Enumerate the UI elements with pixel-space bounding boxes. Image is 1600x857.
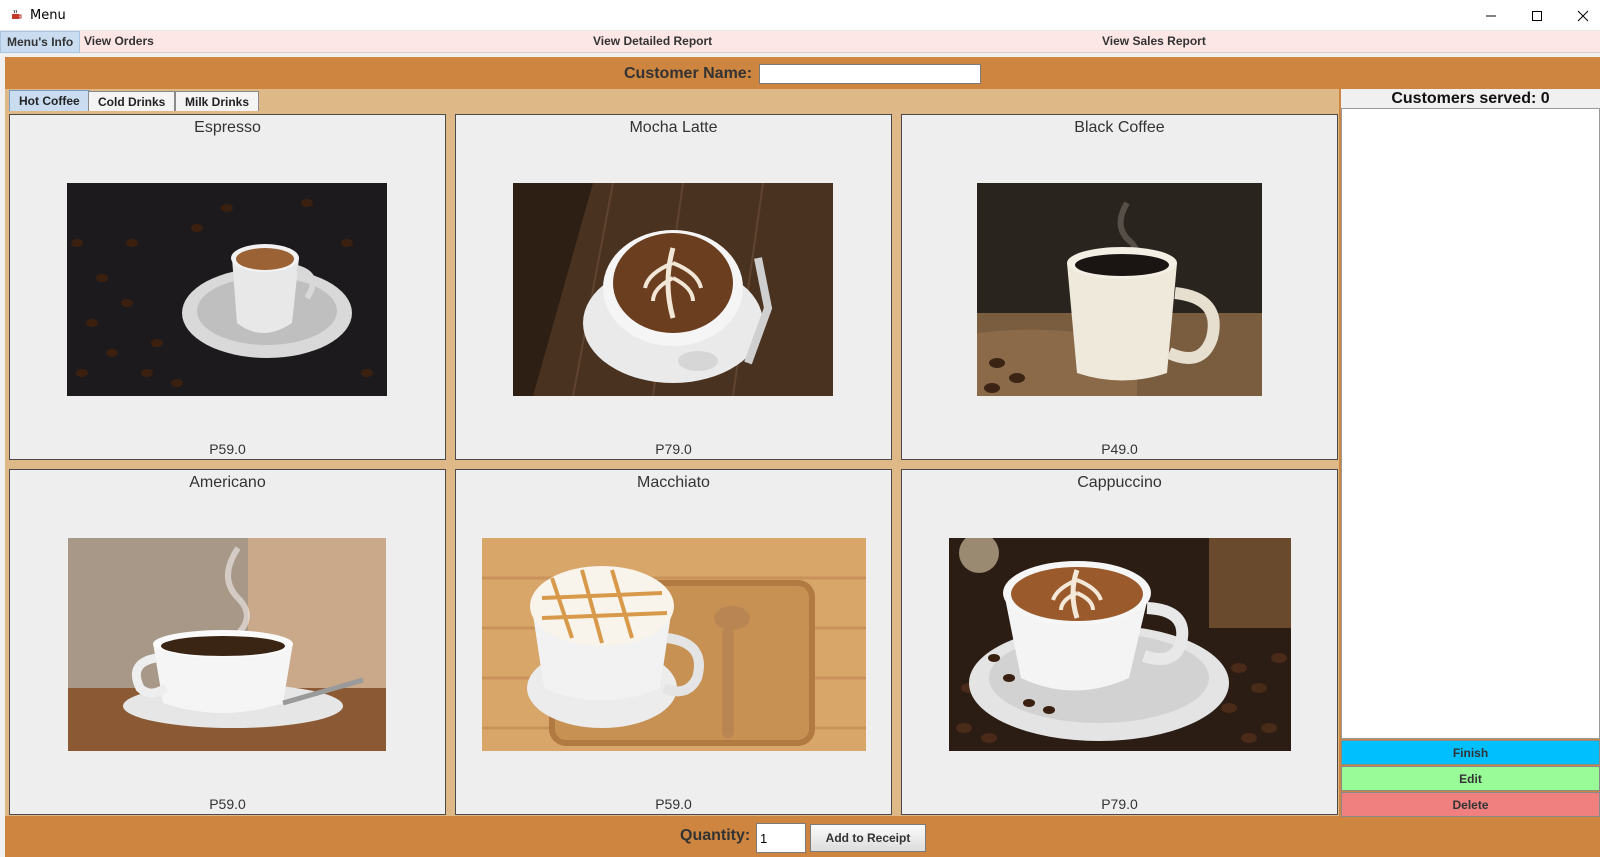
product-name: Mocha Latte [629, 119, 718, 136]
menu-bar: Menu's Info View Orders View Detailed Re… [0, 31, 1600, 53]
minimize-icon [1486, 15, 1496, 17]
minimize-button[interactable] [1468, 0, 1514, 31]
product-name: Espresso [194, 119, 261, 136]
product-price: P59.0 [209, 796, 246, 812]
product-name: Macchiato [637, 474, 710, 491]
menu-view-detailed-report[interactable]: View Detailed Report [593, 34, 712, 48]
macchiato-photo [482, 538, 866, 751]
delete-button[interactable]: Delete [1341, 792, 1600, 817]
add-to-receipt-button[interactable]: Add to Receipt [810, 824, 926, 852]
product-price: P49.0 [1101, 441, 1138, 457]
product-name: Americano [189, 474, 266, 491]
maximize-button[interactable] [1514, 0, 1560, 31]
black-coffee-photo [977, 183, 1262, 396]
product-card-cappuccino[interactable]: Cappuccino P79.0 [901, 469, 1338, 815]
tab-milk-drinks[interactable]: Milk Drinks [175, 91, 260, 112]
product-card-macchiato[interactable]: Macchiato P59.0 [455, 469, 892, 815]
customers-served-label: Customers served: 0 [1341, 89, 1600, 108]
close-icon [1577, 10, 1589, 22]
product-card-black-coffee[interactable]: Black Coffee P49.0 [901, 114, 1338, 460]
customer-name-label: Customer Name: [624, 65, 753, 82]
product-card-mocha-latte[interactable]: Mocha Latte P79.0 [455, 114, 892, 460]
product-grid: Espresso P59.0 Mocha Latte P79.0 Black C… [5, 111, 1339, 816]
product-card-espresso[interactable]: Espresso P59.0 [9, 114, 446, 460]
menu-menus-info[interactable]: Menu's Info [0, 31, 81, 53]
product-name: Black Coffee [1074, 119, 1165, 136]
edit-button[interactable]: Edit [1341, 766, 1600, 791]
product-price: P59.0 [209, 441, 246, 457]
quantity-input[interactable] [756, 823, 806, 853]
mocha-latte-photo [513, 183, 833, 396]
menu-view-sales-report[interactable]: View Sales Report [1102, 34, 1206, 48]
product-card-americano[interactable]: Americano P59.0 [9, 469, 446, 815]
java-cup-icon [12, 9, 22, 19]
product-price: P59.0 [655, 796, 692, 812]
product-price: P79.0 [1101, 796, 1138, 812]
tab-hot-coffee[interactable]: Hot Coffee [9, 90, 90, 112]
cappuccino-photo [949, 538, 1291, 751]
americano-photo [68, 538, 386, 751]
espresso-photo [67, 183, 387, 396]
menu-view-orders[interactable]: View Orders [84, 34, 154, 48]
window-title: Menu [30, 8, 66, 23]
close-button[interactable] [1560, 0, 1600, 31]
finish-button[interactable]: Finish [1341, 740, 1600, 765]
product-price: P79.0 [655, 441, 692, 457]
customer-name-input[interactable] [759, 64, 981, 84]
title-bar: Menu [0, 0, 1600, 31]
product-name: Cappuccino [1077, 474, 1162, 491]
quantity-label: Quantity: [680, 827, 751, 844]
receipt-list[interactable] [1341, 108, 1600, 739]
tab-cold-drinks[interactable]: Cold Drinks [88, 91, 176, 112]
maximize-icon [1532, 11, 1542, 21]
